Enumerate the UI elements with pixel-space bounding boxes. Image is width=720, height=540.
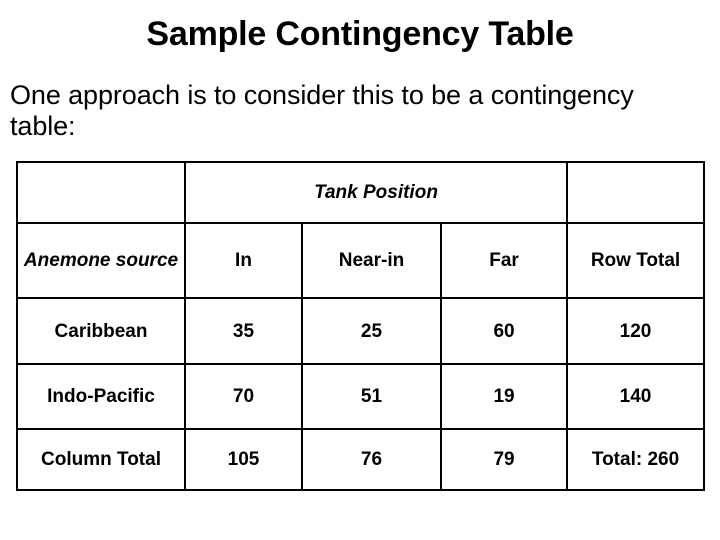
table-row-group-header: Tank Position: [16, 161, 706, 224]
contingency-table: Tank Position Anemone source In Near-in …: [16, 161, 706, 491]
cell-column-total-near-in: 76: [301, 428, 442, 491]
row-label-indo-pacific: Indo-Pacific: [16, 363, 186, 430]
table-row: Indo-Pacific 70 51 19 140: [16, 363, 706, 430]
column-header-near-in: Near-in: [301, 222, 442, 299]
table-row: Caribbean 35 25 60 120: [16, 297, 706, 365]
row-label-caribbean: Caribbean: [16, 297, 186, 365]
corner-cell-top-left: [16, 161, 186, 224]
corner-cell-top-right: [566, 161, 706, 224]
page-title: Sample Contingency Table: [146, 15, 574, 53]
slide-body-text: One approach is to consider this to be a…: [10, 80, 634, 141]
cell-indo-pacific-near-in: 51: [301, 363, 442, 430]
row-label-column-total: Column Total: [16, 428, 186, 491]
cell-column-total-far: 79: [439, 428, 569, 491]
cell-caribbean-in: 35: [184, 297, 303, 365]
cell-indo-pacific-row-total: 140: [566, 363, 706, 430]
cell-column-total-in: 105: [184, 428, 303, 491]
table-row-column-headers: Anemone source In Near-in Far Row Total: [16, 222, 706, 299]
cell-caribbean-row-total: 120: [566, 297, 706, 365]
column-header-in: In: [184, 222, 303, 299]
cell-caribbean-far: 60: [439, 297, 569, 365]
group-header-tank-position: Tank Position: [183, 161, 569, 224]
contingency-table-container: Tank Position Anemone source In Near-in …: [16, 161, 706, 491]
cell-indo-pacific-in: 70: [184, 363, 303, 430]
cell-grand-total: Total: 260: [566, 428, 706, 491]
table-row-column-total: Column Total 105 76 79 Total: 260: [16, 428, 706, 491]
column-header-far: Far: [439, 222, 569, 299]
column-header-anemone-source: Anemone source: [16, 222, 186, 299]
cell-indo-pacific-far: 19: [439, 363, 569, 430]
cell-caribbean-near-in: 25: [301, 297, 442, 365]
column-header-row-total: Row Total: [566, 222, 706, 299]
slide: Sample Contingency Table One approach is…: [0, 0, 720, 540]
